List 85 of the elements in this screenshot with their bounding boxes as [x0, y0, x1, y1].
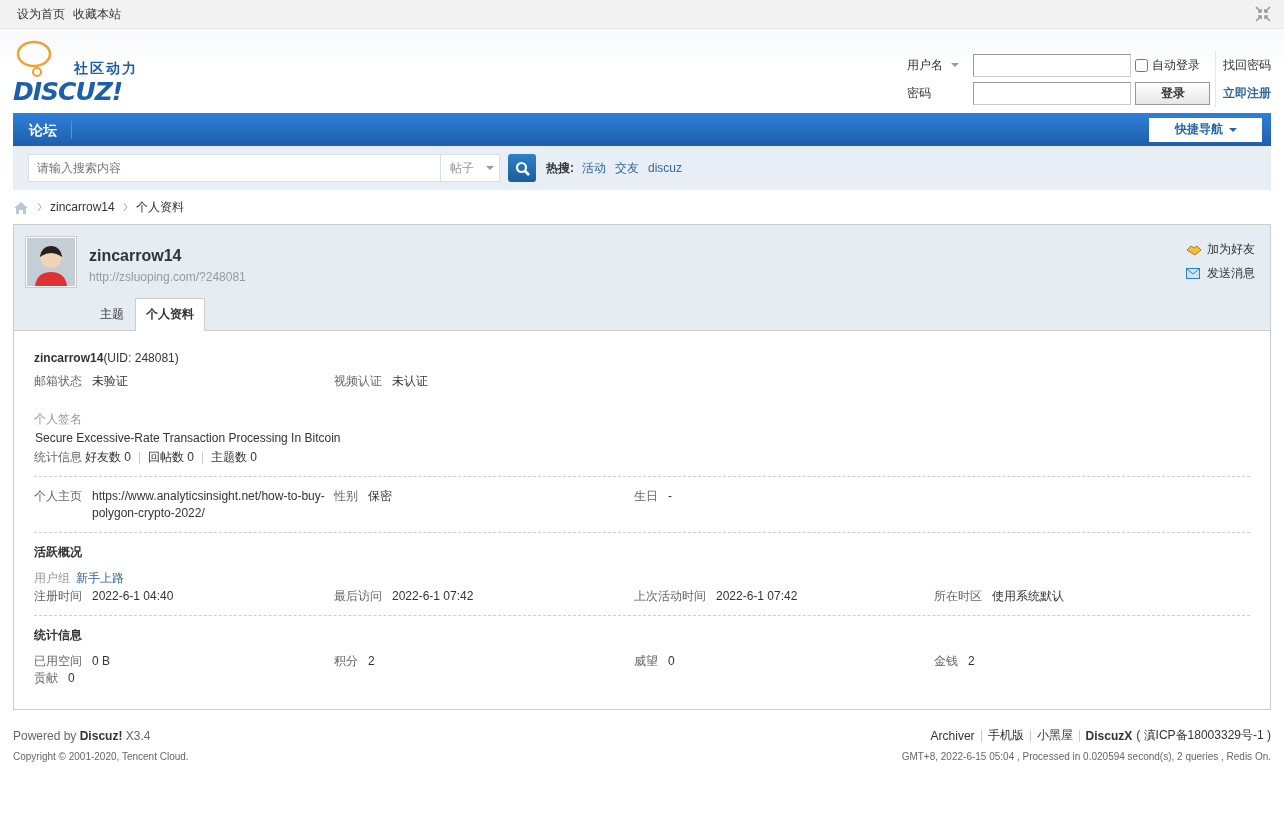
- field-label: 注册时间: [34, 588, 82, 605]
- field-value: 0: [668, 653, 675, 670]
- quick-nav-button[interactable]: 快捷导航: [1149, 117, 1262, 142]
- login-button[interactable]: 登录: [1135, 81, 1210, 105]
- chevron-icon: [122, 202, 128, 212]
- signature-text: Secure Excessive-Rate Transaction Processing In Bitcoin: [34, 431, 342, 445]
- field-value: 保密: [368, 488, 392, 505]
- breadcrumb-item[interactable]: zincarrow14: [50, 200, 115, 214]
- field-label: 上次活动时间: [634, 588, 706, 605]
- collapse-icon[interactable]: [1255, 6, 1271, 22]
- field-value: 2022-6-1 04:40: [92, 588, 174, 605]
- search-field[interactable]: 请输入搜索内容: [28, 154, 440, 182]
- field-value: https://www.analyticsinsight.net/how-to-buy-polygon-crypto-2022/: [92, 488, 326, 522]
- stat-count: 回帖数 0: [148, 449, 195, 466]
- field-label: 生日: [634, 488, 658, 505]
- field-value: 0 B: [92, 653, 110, 670]
- field-label: 最后访问: [334, 588, 382, 605]
- search-button[interactable]: [508, 154, 536, 182]
- top-link[interactable]: 设为首页: [17, 5, 65, 23]
- footer-link[interactable]: 手机版: [987, 727, 1024, 744]
- signature-label: 个人签名: [34, 411, 83, 428]
- field-value: 2: [968, 653, 975, 670]
- field-label: 视频认证: [334, 373, 382, 390]
- profile-tab[interactable]: 主题: [89, 298, 135, 330]
- field-label: 个人主页: [34, 488, 82, 505]
- field-label: 所在时区: [934, 588, 982, 605]
- field-value: 未验证: [92, 373, 128, 390]
- stat-count: 好友数 0: [85, 449, 131, 466]
- top-link[interactable]: 收藏本站: [73, 5, 121, 23]
- page-stats-text: GMT+8, 2022-6-15 05:04 , Processed in 0.020594 second(s), 2 queries , Redis On.: [901, 751, 1271, 762]
- footer-link[interactable]: DiscuzX: [1085, 728, 1133, 743]
- field-value: 未认证: [392, 373, 428, 390]
- field-label: 金钱: [934, 653, 958, 670]
- profile-username: zincarrow14: [89, 247, 182, 265]
- nav-tab[interactable]: 论坛: [13, 120, 72, 139]
- stats-label: 统计信息: [34, 449, 82, 466]
- field-label: 已用空间: [34, 653, 82, 670]
- field-value: 0: [68, 670, 75, 687]
- profile-action-link[interactable]: 发送消息: [1186, 265, 1255, 282]
- field-value: -: [668, 488, 672, 505]
- auto-login-label: 自动登录: [1152, 56, 1200, 74]
- avatar-icon: [27, 238, 75, 286]
- breadcrumb-item: 个人资料: [135, 198, 184, 216]
- dropdown-caret-icon: [951, 63, 959, 67]
- field-value: 2022-6-1 07:42: [392, 588, 474, 605]
- field-label: 贡献: [34, 670, 58, 687]
- register-link[interactable]: 立即注册: [1223, 84, 1271, 102]
- field-label: 邮箱状态: [34, 373, 82, 390]
- search-icon: [514, 160, 530, 176]
- section-title: 统计信息: [34, 627, 83, 644]
- powered-by-text: Powered by Discuz! X3.4: [13, 728, 151, 743]
- hot-search-label: 热搜:: [546, 159, 574, 177]
- dropdown-caret-icon: [486, 166, 494, 170]
- section-title: 活跃概况: [34, 544, 83, 561]
- field-label: 威望: [634, 653, 658, 670]
- copyright-text: Copyright © 2001-2020, Tencent Cloud.: [13, 751, 189, 762]
- username-label[interactable]: 用户名: [906, 56, 973, 74]
- footer-link[interactable]: 小黑屋: [1036, 727, 1073, 744]
- uid-line: zincarrow14(UID: 248081): [34, 351, 180, 365]
- hot-search-link[interactable]: 活动: [582, 159, 606, 177]
- field-label: 用户组: [34, 571, 70, 585]
- user-group-link[interactable]: 新手上路: [76, 571, 124, 585]
- icp-text: ( 滇ICP备18003329号-1 ): [1136, 727, 1271, 744]
- envelope-icon: [1186, 267, 1202, 280]
- footer-link[interactable]: Archiver: [930, 728, 975, 743]
- logo-name: DISCUZ!: [13, 78, 123, 106]
- password-label: 密码: [906, 84, 932, 102]
- home-icon: [13, 199, 29, 215]
- field-value: 2022-6-1 07:42: [716, 588, 798, 605]
- field-label: 性别: [334, 488, 358, 505]
- profile-action-link[interactable]: 加为好友: [1186, 241, 1255, 258]
- field-label: 积分: [334, 653, 358, 670]
- field-value: 使用系统默认: [992, 588, 1064, 605]
- hot-search-link[interactable]: 交友: [615, 159, 639, 177]
- dropdown-caret-icon: [1228, 127, 1237, 132]
- auto-login-checkbox[interactable]: [1135, 58, 1148, 72]
- username-field[interactable]: [973, 53, 1131, 77]
- chevron-icon: [37, 202, 42, 212]
- profile-tab[interactable]: 个人资料: [135, 298, 205, 331]
- password-field[interactable]: [973, 81, 1131, 105]
- logo-tagline: 社区动力: [74, 60, 138, 76]
- forgot-password-link[interactable]: 找回密码: [1223, 56, 1271, 74]
- stat-count: 主题数 0: [211, 449, 258, 466]
- hot-search-link[interactable]: discuz: [648, 161, 682, 175]
- field-value: 2: [368, 653, 375, 670]
